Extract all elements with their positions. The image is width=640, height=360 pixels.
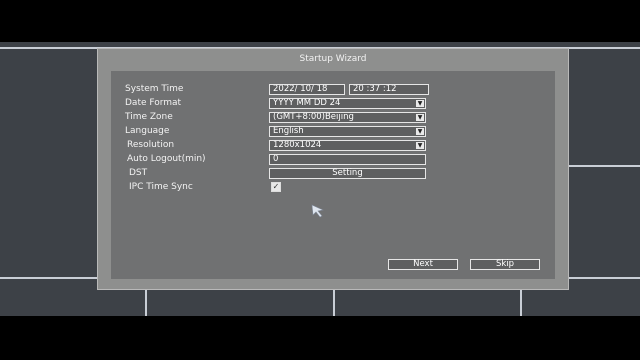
auto-logout-input[interactable]: 0	[269, 154, 426, 165]
system-time-field[interactable]: 20 :37 :12	[349, 84, 429, 95]
language-select[interactable]: English ▼	[269, 126, 426, 137]
time-zone-value: (GMT+8:00)Beijing	[273, 112, 354, 122]
date-format-value: YYYY MM DD 24	[273, 98, 341, 108]
settings-panel: System Time 2022/ 10/ 18 20 :37 :12 Date…	[111, 71, 555, 279]
resolution-select[interactable]: 1280x1024 ▼	[269, 140, 426, 151]
screen-background: Startup Wizard System Time 2022/ 10/ 18 …	[0, 42, 640, 316]
ipc-time-sync-label: IPC Time Sync	[129, 182, 193, 192]
language-value: English	[273, 126, 304, 136]
auto-logout-label: Auto Logout(min)	[127, 154, 206, 164]
system-date-field[interactable]: 2022/ 10/ 18	[269, 84, 345, 95]
chevron-down-icon[interactable]: ▼	[416, 114, 424, 121]
startup-wizard-dialog: Startup Wizard System Time 2022/ 10/ 18 …	[97, 48, 569, 290]
resolution-value: 1280x1024	[273, 140, 322, 150]
chevron-down-icon[interactable]: ▼	[416, 128, 424, 135]
chevron-down-icon[interactable]: ▼	[416, 100, 424, 107]
time-zone-select[interactable]: (GMT+8:00)Beijing ▼	[269, 112, 426, 123]
grid-line	[560, 165, 640, 167]
date-format-label: Date Format	[125, 98, 182, 108]
dialog-title: Startup Wizard	[299, 54, 367, 64]
mouse-pointer-icon	[311, 204, 324, 218]
language-label: Language	[125, 126, 170, 136]
dst-setting-button[interactable]: Setting	[269, 168, 426, 179]
time-zone-label: Time Zone	[125, 112, 173, 122]
checkmark-icon: ✓	[272, 182, 280, 191]
system-time-label: System Time	[125, 84, 184, 94]
skip-button[interactable]: Skip	[470, 259, 540, 270]
date-format-select[interactable]: YYYY MM DD 24 ▼	[269, 98, 426, 109]
dst-label: DST	[129, 168, 148, 178]
ipc-time-sync-checkbox[interactable]: ✓	[271, 182, 281, 192]
chevron-down-icon[interactable]: ▼	[416, 142, 424, 149]
resolution-label: Resolution	[127, 140, 175, 150]
next-button[interactable]: Next	[388, 259, 458, 270]
